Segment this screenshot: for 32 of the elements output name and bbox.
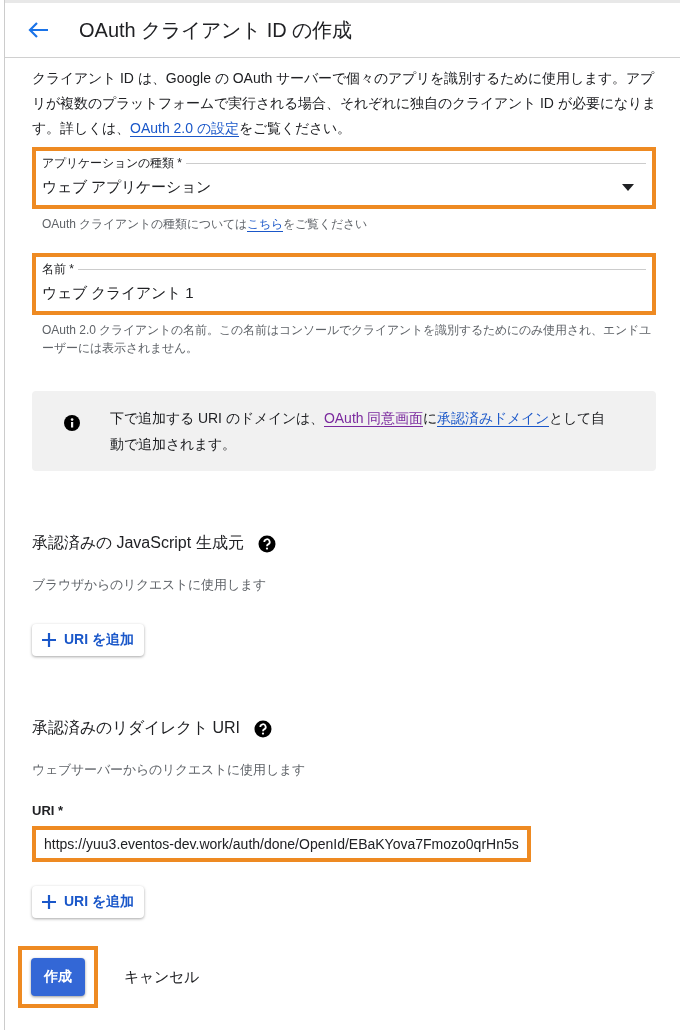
help-icon — [257, 534, 276, 553]
info-icon — [64, 415, 80, 431]
page-title: OAuth クライアント ID の作成 — [79, 17, 353, 43]
hint-text: OAuth クライアントの種類についてはこちら をご覧ください — [42, 216, 369, 233]
input-field[interactable]: https://yuu3.eventos-dev.work/auth/done/OpenId/EBaKYova7Fmozo0qrHn5s — [42, 836, 521, 852]
dropdown-caret-icon — [622, 184, 634, 191]
field-label: 名前 * — [42, 261, 74, 278]
select-field[interactable]: アプリケーションの種類 * ウェブ アプリケーション — [42, 155, 646, 201]
back-arrow-icon — [27, 21, 49, 39]
section-description: ウェブサーバーからのリクエストに使用します — [32, 761, 306, 779]
link[interactable]: 承認済みドメイン — [437, 410, 550, 427]
add-uri-button[interactable]: URI を追加 — [32, 886, 144, 918]
help-icon — [254, 719, 272, 738]
field-label: アプリケーションの種類 * — [42, 155, 182, 172]
plus-icon — [42, 895, 56, 909]
link[interactable]: こちら — [247, 217, 284, 232]
plus-icon — [42, 633, 56, 647]
hint-text: OAuth 2.0 クライアントの名前。この名前はコンソールでクライアントを識別するためにのみ使用され、エンドユーザーには表示されません。 — [42, 322, 653, 357]
field-label: URI * — [32, 803, 65, 818]
section-description: ブラウザからのリクエストに使用します — [32, 576, 267, 594]
section-title: 承認済みのリダイレクト URI — [32, 718, 240, 738]
link[interactable]: OAuth 同意画面 — [323, 410, 424, 427]
field-value: ウェブ クライアント 1 — [42, 284, 194, 303]
section-title: 承認済みの JavaScript 生成元 — [32, 533, 244, 553]
cancel-button[interactable]: キャンセル — [120, 963, 203, 991]
input-field[interactable]: 名前 * ウェブ クライアント 1 — [42, 261, 646, 307]
field-value: ウェブ アプリケーション — [42, 178, 212, 197]
link[interactable]: OAuth 2.0 の設定 — [130, 120, 239, 137]
add-uri-button[interactable]: URI を追加 — [32, 624, 144, 656]
create-button[interactable]: 作成 — [31, 958, 85, 996]
notice-text: 下で追加する URI のドメインは、OAuth 同意画面に承認済みドメイン として自動で追加されます。 — [110, 409, 606, 454]
intro-text: クライアント ID は、Google の OAuth サーバーで個々のアプリを識別するために使用します。アプリが複数のプラットフォームで実行される場合、それぞれに独自のクライアント ID が必要になります。詳しくは、OAuth 2.0 の設定をご覧ください。 — [32, 69, 656, 139]
